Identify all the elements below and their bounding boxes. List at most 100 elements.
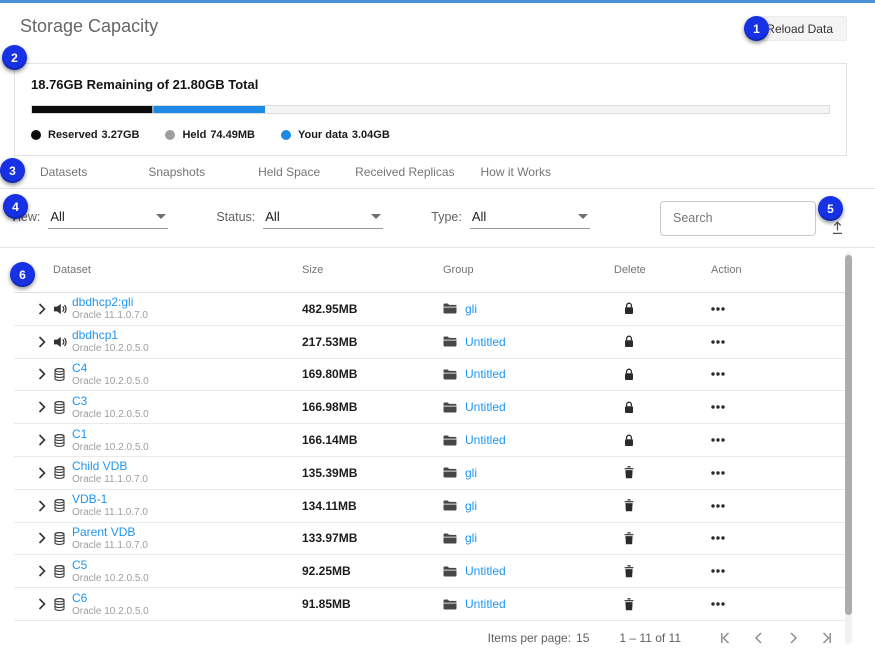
column-header-action: Action (711, 264, 845, 276)
lock-icon[interactable] (624, 302, 634, 315)
tab-datasets[interactable]: Datasets (40, 165, 87, 179)
dataset-version: Oracle 11.1.0.7.0 (72, 310, 148, 321)
trash-icon[interactable] (624, 532, 634, 545)
table-body: dbdhcp2:gli Oracle 11.1.0.7.0 482.95MB g… (14, 293, 845, 621)
dataset-link[interactable]: Child VDB (72, 460, 127, 473)
tab-how-it-works[interactable]: How it Works (481, 165, 551, 179)
expand-chevron-icon[interactable] (36, 530, 48, 546)
trash-icon[interactable] (624, 466, 634, 479)
legend-item-reserved: Reserved 3.27GB (31, 129, 139, 141)
column-header-group: Group (443, 264, 614, 276)
database-icon (54, 499, 65, 512)
tab-snapshots[interactable]: Snapshots (148, 165, 205, 179)
capacity-summary: 18.76GB Remaining of 21.80GB Total (31, 77, 830, 92)
table-row: Child VDB Oracle 11.1.0.7.0 135.39MB gli (14, 457, 845, 490)
group-link[interactable]: gli (465, 531, 477, 545)
size-value: 482.95MB (302, 302, 357, 316)
database-icon (54, 368, 65, 381)
more-actions-icon[interactable] (711, 434, 725, 446)
dataset-link[interactable]: VDB-1 (72, 493, 107, 506)
pagination-range: 1 – 11 of 11 (619, 631, 681, 645)
trash-icon[interactable] (624, 565, 634, 578)
group-link[interactable]: Untitled (465, 400, 506, 414)
expand-chevron-icon[interactable] (36, 432, 48, 448)
type-filter-select[interactable]: All (470, 207, 590, 229)
tab-held-space[interactable]: Held Space (258, 165, 320, 179)
group-link[interactable]: Untitled (465, 564, 506, 578)
dataset-version: Oracle 11.1.0.7.0 (72, 540, 148, 551)
expand-chevron-icon[interactable] (36, 366, 48, 382)
dataset-link[interactable]: C3 (72, 395, 87, 408)
callout-5: 5 (818, 196, 843, 221)
scrollbar-track[interactable] (845, 252, 852, 644)
folder-icon (443, 435, 457, 446)
folder-icon (443, 369, 457, 380)
items-per-page-value[interactable]: 15 (576, 631, 589, 645)
dataset-link[interactable]: C1 (72, 428, 87, 441)
dataset-version: Oracle 10.2.0.5.0 (72, 442, 149, 453)
dataset-version: Oracle 10.2.0.5.0 (72, 573, 149, 584)
legend-label: Your data (298, 129, 348, 141)
dataset-link[interactable]: Parent VDB (72, 526, 135, 539)
group-link[interactable]: Untitled (465, 597, 506, 611)
expand-chevron-icon[interactable] (36, 334, 48, 350)
lock-icon[interactable] (624, 401, 634, 414)
dataset-link[interactable]: C4 (72, 362, 87, 375)
more-actions-icon[interactable] (711, 467, 725, 479)
dataset-link[interactable]: C6 (72, 592, 87, 605)
database-icon (54, 565, 65, 578)
tab-bar: Datasets Snapshots Held Space Received R… (0, 156, 875, 189)
group-link[interactable]: Untitled (465, 335, 506, 349)
dataset-link[interactable]: dbdhcp2:gli (72, 296, 133, 309)
table-row: dbdhcp1 Oracle 10.2.0.5.0 217.53MB Untit… (14, 326, 845, 359)
trash-icon[interactable] (624, 499, 634, 512)
more-actions-icon[interactable] (711, 336, 725, 348)
dataset-link[interactable]: C5 (72, 559, 87, 572)
more-actions-icon[interactable] (711, 532, 725, 544)
dataset-version: Oracle 10.2.0.5.0 (72, 343, 149, 354)
expand-chevron-icon[interactable] (36, 301, 48, 317)
previous-page-icon[interactable] (749, 628, 769, 648)
callout-2: 2 (2, 45, 27, 70)
trash-icon[interactable] (624, 598, 634, 611)
table-footer: Items per page: 15 1 – 11 of 11 (0, 621, 875, 655)
first-page-icon[interactable] (715, 628, 735, 648)
group-link[interactable]: Untitled (465, 367, 506, 381)
more-actions-icon[interactable] (711, 565, 725, 577)
next-page-icon[interactable] (783, 628, 803, 648)
expand-chevron-icon[interactable] (36, 596, 48, 612)
view-filter-select[interactable]: All (48, 207, 168, 229)
more-actions-icon[interactable] (711, 500, 725, 512)
expand-chevron-icon[interactable] (36, 465, 48, 481)
legend-item-held: Held 74.49MB (165, 129, 254, 141)
more-actions-icon[interactable] (711, 598, 725, 610)
last-page-icon[interactable] (817, 628, 837, 648)
group-link[interactable]: Untitled (465, 433, 506, 447)
lock-icon[interactable] (624, 434, 634, 447)
status-filter-select[interactable]: All (263, 207, 383, 229)
group-link[interactable]: gli (465, 466, 477, 480)
search-input[interactable] (660, 201, 816, 236)
legend-value: 3.04GB (352, 129, 390, 141)
tab-received-replicas[interactable]: Received Replicas (355, 165, 454, 179)
page-title: Storage Capacity (20, 16, 847, 37)
export-icon[interactable] (830, 220, 845, 235)
size-value: 92.25MB (302, 564, 351, 578)
scrollbar-thumb[interactable] (845, 255, 852, 615)
more-actions-icon[interactable] (711, 368, 725, 380)
callout-6: 6 (10, 262, 35, 287)
more-actions-icon[interactable] (711, 303, 725, 315)
group-link[interactable]: gli (465, 302, 477, 316)
group-link[interactable]: gli (465, 499, 477, 513)
expand-chevron-icon[interactable] (36, 563, 48, 579)
pagination-controls (715, 628, 837, 648)
folder-icon (443, 533, 457, 544)
lock-icon[interactable] (624, 368, 634, 381)
dsource-icon (54, 336, 67, 348)
dataset-link[interactable]: dbdhcp1 (72, 329, 118, 342)
expand-chevron-icon[interactable] (36, 399, 48, 415)
lock-icon[interactable] (624, 335, 634, 348)
legend-value: 3.27GB (102, 129, 140, 141)
expand-chevron-icon[interactable] (36, 498, 48, 514)
more-actions-icon[interactable] (711, 401, 725, 413)
